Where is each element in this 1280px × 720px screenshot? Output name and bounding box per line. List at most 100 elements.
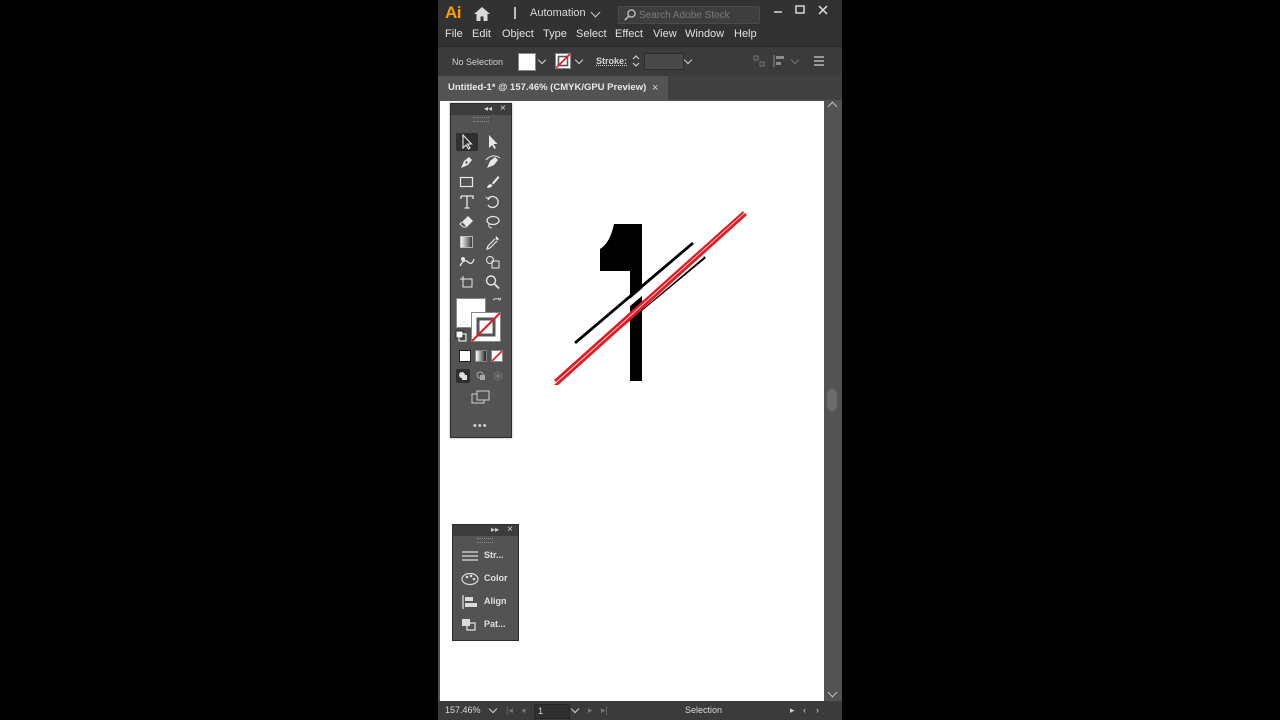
curvature-icon xyxy=(485,155,501,168)
draw-normal-button[interactable] xyxy=(456,369,470,383)
rectangle-tool[interactable] xyxy=(456,173,478,191)
tools-panel-header[interactable]: ◂◂ × xyxy=(451,103,511,115)
scroll-up-icon[interactable] xyxy=(827,101,838,112)
stroke-color-box[interactable] xyxy=(471,312,501,342)
panel-menu-icon[interactable] xyxy=(812,54,826,68)
stroke-chevron-down-icon[interactable] xyxy=(574,55,584,65)
direct-selection-tool[interactable] xyxy=(482,133,504,151)
stroke-label[interactable]: Stroke: xyxy=(596,56,627,66)
scroll-right-icon[interactable]: › xyxy=(816,705,819,715)
lasso-tool[interactable] xyxy=(482,213,504,231)
color-palette-icon xyxy=(461,572,479,586)
status-menu-icon[interactable]: ▸ xyxy=(790,705,795,716)
artboard-tool[interactable] xyxy=(456,273,478,291)
panel-item-label: Align xyxy=(484,596,507,606)
close-icon[interactable] xyxy=(813,2,833,20)
fill-swatch[interactable] xyxy=(518,53,536,71)
stroke-weight-chevron-down-icon[interactable] xyxy=(683,55,693,65)
transform-icon[interactable] xyxy=(752,54,766,68)
screen-mode-icon[interactable] xyxy=(471,390,491,406)
zoom-tool[interactable] xyxy=(482,273,504,291)
number-one-slash-artwork[interactable] xyxy=(554,209,750,385)
scroll-thumb[interactable] xyxy=(827,389,837,411)
maximize-icon[interactable] xyxy=(790,2,810,20)
collapse-icon[interactable]: ◂◂ xyxy=(484,104,492,113)
puppet-warp-tool[interactable] xyxy=(456,253,478,271)
gradient-tool[interactable] xyxy=(456,233,478,251)
tab-close-icon[interactable]: × xyxy=(652,82,658,94)
rotate-tool[interactable] xyxy=(482,193,504,211)
menu-view[interactable]: View xyxy=(653,28,677,40)
panel-item-color[interactable]: Color xyxy=(453,569,518,589)
artboard-number-field[interactable]: 1 xyxy=(534,704,570,719)
vertical-scrollbar[interactable] xyxy=(826,101,842,701)
menu-edit[interactable]: Edit xyxy=(472,28,491,40)
eyedropper-tool[interactable] xyxy=(482,233,504,251)
panel-item-stroke[interactable]: Str... xyxy=(453,546,518,566)
stock-search[interactable] xyxy=(618,6,760,24)
menu-window[interactable]: Window xyxy=(685,28,724,40)
draw-behind-icon[interactable] xyxy=(474,369,488,383)
menu-file[interactable]: File xyxy=(445,28,463,40)
workspace-switcher[interactable]: Automation xyxy=(530,7,586,19)
zoom-chevron-down-icon[interactable] xyxy=(488,704,498,714)
selection-status: No Selection xyxy=(452,57,504,67)
default-fill-stroke-icon[interactable] xyxy=(455,330,467,342)
document-tab[interactable]: Untitled-1* @ 157.46% (CMYK/GPU Preview)… xyxy=(438,76,668,100)
panel-grip[interactable] xyxy=(473,117,489,122)
minimize-icon[interactable] xyxy=(768,2,788,20)
panel-item-align[interactable]: Align xyxy=(453,592,518,612)
menu-help[interactable]: Help xyxy=(734,28,757,40)
artboard-number: 1 xyxy=(538,706,544,716)
illustrator-window: Ai Automation File Edit Object Type Sele… xyxy=(438,0,842,720)
pen-tool[interactable] xyxy=(456,153,478,171)
menu-object[interactable]: Object xyxy=(502,28,534,40)
first-artboard-icon[interactable]: |◂ xyxy=(506,705,513,716)
stock-search-input[interactable] xyxy=(639,7,755,23)
eraser-tool[interactable] xyxy=(456,213,478,231)
scroll-down-icon[interactable] xyxy=(827,687,838,698)
app-logo: Ai xyxy=(445,3,462,22)
arrange-chevron-down-icon[interactable] xyxy=(790,55,800,65)
workspace-divider xyxy=(514,7,516,19)
menu-type[interactable]: Type xyxy=(543,28,567,40)
panel-item-pathfinder[interactable]: Pat... xyxy=(453,615,518,635)
next-artboard-icon[interactable]: ▸ xyxy=(588,705,593,716)
draw-normal-icon xyxy=(459,372,467,380)
arrange-icon[interactable] xyxy=(772,54,786,68)
collapsed-panels-header[interactable]: ▸▸ × xyxy=(453,524,518,536)
curvature-tool[interactable] xyxy=(482,153,504,171)
selection-tool[interactable] xyxy=(456,133,478,151)
stroke-weight-field[interactable] xyxy=(644,53,684,70)
previous-artboard-icon[interactable]: ◂ xyxy=(521,705,526,716)
type-tool[interactable] xyxy=(456,193,478,211)
fill-chevron-down-icon[interactable] xyxy=(537,55,547,65)
collapsed-panels: ▸▸ × Str... Color Align Pat... xyxy=(452,524,519,641)
fill-stroke-widget[interactable] xyxy=(455,296,505,344)
shape-builder-tool[interactable] xyxy=(482,253,504,271)
gradient-button[interactable] xyxy=(475,350,487,362)
rotate-icon xyxy=(485,195,499,209)
panel-close-icon[interactable]: × xyxy=(500,103,506,114)
current-tool-status[interactable]: Selection xyxy=(685,705,722,715)
menu-select[interactable]: Select xyxy=(576,28,607,40)
draw-inside-icon[interactable] xyxy=(491,369,505,383)
zoom-level-dropdown[interactable]: 157.46% xyxy=(442,704,498,717)
swap-fill-stroke-icon[interactable] xyxy=(491,296,503,308)
scroll-left-icon[interactable]: ‹ xyxy=(803,705,806,715)
paintbrush-tool[interactable] xyxy=(482,173,504,191)
expand-icon[interactable]: ▸▸ xyxy=(491,525,499,534)
chevron-down-icon[interactable] xyxy=(590,7,601,18)
edit-toolbar-icon[interactable]: ••• xyxy=(473,420,488,432)
lasso-icon xyxy=(486,215,500,229)
stroke-none-swatch[interactable] xyxy=(555,53,571,69)
none-button[interactable] xyxy=(491,350,503,362)
home-icon[interactable] xyxy=(473,6,491,22)
last-artboard-icon[interactable]: ▸| xyxy=(601,705,608,716)
color-button[interactable] xyxy=(459,350,471,362)
artboard-chevron-down-icon[interactable] xyxy=(570,704,580,714)
stroke-stepper-icon[interactable] xyxy=(630,52,642,70)
panel-close-icon[interactable]: × xyxy=(507,524,513,535)
menu-effect[interactable]: Effect xyxy=(615,28,643,40)
panel-grip[interactable] xyxy=(477,538,493,543)
